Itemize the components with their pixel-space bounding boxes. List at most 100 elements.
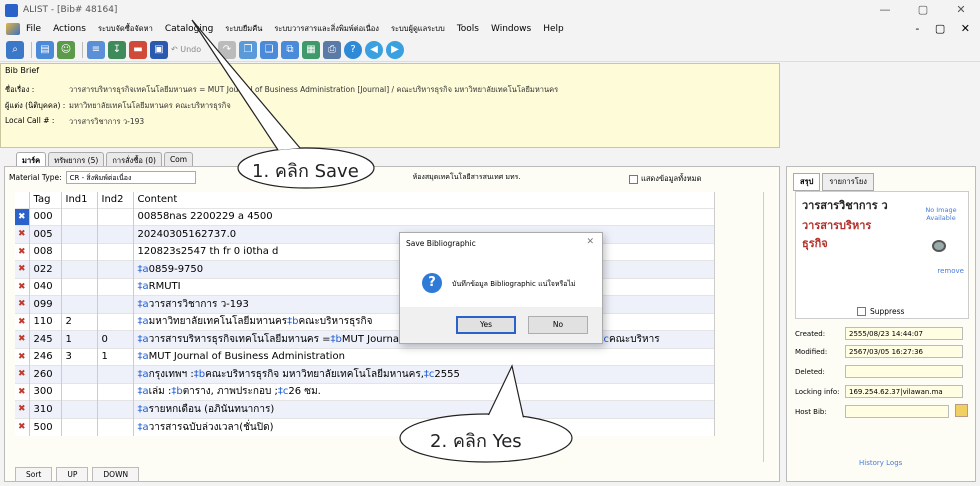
delete-row-icon[interactable]: ✖ bbox=[15, 242, 30, 261]
cell-ind1[interactable] bbox=[61, 365, 98, 383]
cell-ind1[interactable] bbox=[61, 400, 98, 418]
cell-ind1[interactable] bbox=[61, 277, 98, 296]
cell-tag[interactable]: 008 bbox=[29, 242, 62, 261]
delete-row-icon[interactable]: ✖ bbox=[15, 400, 30, 418]
cell-ind2[interactable] bbox=[97, 277, 134, 296]
menu-windows[interactable]: Windows bbox=[491, 24, 531, 34]
delete-row-icon[interactable]: ✖ bbox=[15, 225, 30, 243]
cell-ind2[interactable] bbox=[97, 400, 134, 418]
cell-tag[interactable]: 110 bbox=[29, 312, 62, 331]
cell-ind2[interactable] bbox=[97, 295, 134, 313]
cell-tag[interactable]: 260 bbox=[29, 365, 62, 383]
dialog-close-icon[interactable]: ✕ bbox=[586, 237, 594, 247]
list-icon[interactable]: ≡ bbox=[87, 40, 105, 59]
cell-tag[interactable]: 245 bbox=[29, 330, 62, 348]
show-all-checkbox[interactable]: แสดงข้อมูลทั้งหมด bbox=[629, 173, 701, 185]
cell-ind1[interactable]: 1 bbox=[61, 330, 98, 348]
cell-ind1[interactable]: 2 bbox=[61, 312, 98, 331]
table-row[interactable]: ✖ 000 00858nas 2200229 a 4500 bbox=[15, 207, 715, 226]
cell-tag[interactable]: 310 bbox=[29, 400, 62, 418]
cell-ind2[interactable] bbox=[97, 207, 134, 226]
table-row[interactable]: ✖ 300 ‡aเล่ม :‡bตาราง, ภาพประกอบ ;‡c26 ซม. bbox=[15, 382, 715, 401]
cell-tag[interactable]: 246 bbox=[29, 347, 62, 366]
down-button[interactable]: DOWN bbox=[92, 467, 140, 482]
delete-row-icon[interactable]: ✖ bbox=[15, 277, 30, 296]
menu-admin[interactable]: ระบบผู้ดูแลระบบ bbox=[391, 23, 445, 35]
cell-tag[interactable]: 500 bbox=[29, 417, 62, 436]
cell-ind1[interactable] bbox=[61, 225, 98, 243]
yes-button[interactable]: Yes bbox=[456, 316, 516, 334]
table-row[interactable]: ✖ 246 3 1 ‡aMUT Journal of Business Administ… bbox=[15, 347, 715, 366]
mdi-controls[interactable]: - ▢ ✕ bbox=[915, 20, 976, 38]
no-button[interactable]: No bbox=[528, 316, 588, 334]
suppress-checkbox[interactable]: Suppress bbox=[857, 307, 904, 316]
table-row[interactable]: ✖ 040 ‡aRMUTI bbox=[15, 277, 715, 296]
delete-row-icon[interactable]: ✖ bbox=[15, 295, 30, 313]
cell-ind1[interactable] bbox=[61, 260, 98, 278]
remove-link[interactable]: remove bbox=[937, 267, 964, 275]
menu-help[interactable]: Help bbox=[543, 24, 564, 34]
table-row[interactable]: ✖ 099 ‡aวารสารวิชาการ ว-193 bbox=[15, 295, 715, 313]
cell-tag[interactable]: 040 bbox=[29, 277, 62, 296]
delete-row-icon[interactable]: ✖ bbox=[15, 260, 30, 278]
users-icon[interactable]: ☺ bbox=[57, 40, 75, 59]
close-button[interactable]: ✕ bbox=[942, 0, 980, 20]
delete-row-icon[interactable]: ✖ bbox=[15, 365, 30, 383]
table-row[interactable]: ✖ 110 2 ‡aมหาวิทยาลัยเทคโนโลยีมหานคร‡bคณะบร… bbox=[15, 312, 715, 331]
cell-ind2[interactable] bbox=[97, 242, 134, 261]
delete-row-icon[interactable]: ✖ bbox=[15, 417, 30, 436]
cell-ind2[interactable]: 1 bbox=[97, 347, 134, 366]
cell-ind1[interactable] bbox=[61, 207, 98, 226]
cell-ind1[interactable] bbox=[61, 382, 98, 401]
delete-row-icon[interactable]: ✖ bbox=[15, 382, 30, 401]
cell-ind2[interactable] bbox=[97, 312, 134, 331]
table-row[interactable]: ✖ 008 120823s2547 th fr 0 i0tha d bbox=[15, 242, 715, 261]
library-select[interactable]: ห้องสมุดเทคโนโลยีสารสนเทศ มทร. bbox=[410, 171, 570, 184]
table-row[interactable]: ✖ 005 20240305162737.0 bbox=[15, 225, 715, 243]
cell-ind1[interactable] bbox=[61, 417, 98, 436]
cell-ind1[interactable] bbox=[61, 242, 98, 261]
search-icon[interactable]: ⌕ bbox=[6, 40, 24, 59]
cell-content[interactable]: 00858nas 2200229 a 4500 bbox=[133, 207, 715, 226]
cell-ind2[interactable] bbox=[97, 365, 134, 383]
table-row[interactable]: ✖ 245 1 0 ‡aวารสารบริหารธุรกิจเทคโนโลยีมหานค… bbox=[15, 330, 715, 348]
menu-tools[interactable]: Tools bbox=[457, 24, 479, 34]
tab-links[interactable]: รายการโยง bbox=[822, 173, 874, 191]
tab-summary[interactable]: สรุป bbox=[793, 173, 821, 191]
table-row[interactable]: ✖ 022 ‡a0859-9750 bbox=[15, 260, 715, 278]
checkbox-box[interactable] bbox=[857, 307, 866, 316]
minimize-button[interactable]: — bbox=[866, 0, 904, 20]
checkbox-box[interactable] bbox=[629, 174, 638, 184]
new-record-icon[interactable]: ▤ bbox=[36, 40, 54, 59]
table-row[interactable]: ✖ 500 ‡aวารสารฉบับล่วงเวลา(ชั่นปิด) bbox=[15, 417, 715, 436]
cell-tag[interactable]: 300 bbox=[29, 382, 62, 401]
delete-row-icon[interactable]: ✖ bbox=[15, 330, 30, 348]
table-row[interactable]: ✖ 260 ‡aกรุงเทพฯ :‡bคณะบริหารธุรกิจ มหาวิท… bbox=[15, 365, 715, 383]
camera-icon[interactable] bbox=[932, 240, 946, 252]
maximize-button[interactable]: ▢ bbox=[904, 0, 942, 20]
delete-row-icon[interactable]: ✖ bbox=[15, 207, 30, 226]
cell-tag[interactable]: 099 bbox=[29, 295, 62, 313]
delete-row-icon[interactable]: ✖ bbox=[15, 347, 30, 366]
cell-ind2[interactable] bbox=[97, 382, 134, 401]
delete-row-icon[interactable]: ✖ bbox=[15, 312, 30, 331]
delete-icon[interactable]: ▬ bbox=[129, 40, 147, 59]
cell-tag[interactable]: 022 bbox=[29, 260, 62, 278]
host-bib-input[interactable] bbox=[845, 405, 949, 418]
cell-tag[interactable]: 005 bbox=[29, 225, 62, 243]
cell-ind2[interactable]: 0 bbox=[97, 330, 134, 348]
cell-ind2[interactable] bbox=[97, 260, 134, 278]
import-icon[interactable]: ↧ bbox=[108, 40, 126, 59]
history-logs-link[interactable]: History Logs bbox=[859, 459, 902, 467]
grid-scrollbar[interactable] bbox=[763, 192, 773, 462]
cell-tag[interactable]: 000 bbox=[29, 207, 62, 226]
cell-ind1[interactable]: 3 bbox=[61, 347, 98, 366]
host-bib-lookup-icon[interactable] bbox=[955, 404, 968, 417]
cell-ind1[interactable] bbox=[61, 295, 98, 313]
menu-acquisition[interactable]: ระบบจัดซื้อจัดหา bbox=[98, 23, 153, 35]
cell-ind2[interactable] bbox=[97, 417, 134, 436]
menu-actions[interactable]: Actions bbox=[53, 24, 86, 34]
table-row[interactable]: ✖ 310 ‡aรายหกเดือน (อภินันทนาการ) bbox=[15, 400, 715, 418]
menu-file[interactable]: File bbox=[26, 24, 41, 34]
up-button[interactable]: UP bbox=[56, 467, 89, 482]
